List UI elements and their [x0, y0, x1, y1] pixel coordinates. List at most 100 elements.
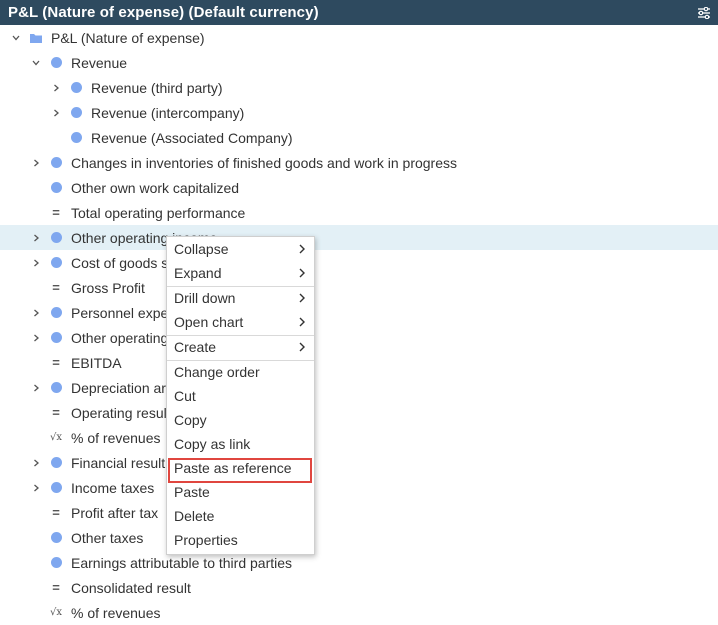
tree-row[interactable]: Other taxes: [0, 525, 718, 550]
tree-row[interactable]: = Gross Profit: [0, 275, 718, 300]
menu-item-drill-down[interactable]: Drill down: [167, 286, 314, 309]
tree-row-label: Changes in inventories of finished goods…: [71, 154, 458, 171]
tree-row[interactable]: Cost of goods s: [0, 250, 718, 275]
toggle-spacer: [29, 581, 43, 595]
chevron-right-icon[interactable]: [29, 331, 43, 345]
menu-item-label: Paste: [174, 483, 210, 500]
context-menu: Collapse Expand Drill down Open chart Create…: [166, 236, 315, 555]
dot-icon: [69, 81, 83, 95]
toggle-spacer: [29, 181, 43, 195]
tree-row[interactable]: = Profit after tax: [0, 500, 718, 525]
menu-item-label: Copy as link: [174, 435, 251, 452]
chevron-right-icon[interactable]: [49, 81, 63, 95]
menu-item-label: Paste as reference: [174, 459, 292, 476]
toggle-spacer: [29, 556, 43, 570]
tree-row-label: % of revenues: [71, 604, 161, 621]
tree-row[interactable]: √x % of revenues: [0, 425, 718, 450]
chevron-down-icon[interactable]: [9, 31, 23, 45]
menu-item-label: Cut: [174, 387, 196, 404]
chevron-right-icon[interactable]: [29, 381, 43, 395]
menu-item-paste[interactable]: Paste: [167, 480, 314, 503]
sliders-icon[interactable]: [696, 5, 712, 21]
chevron-right-icon: [298, 293, 306, 303]
menu-item-collapse[interactable]: Collapse: [167, 237, 314, 260]
menu-item-label: Collapse: [174, 240, 229, 257]
equals-icon: =: [52, 505, 60, 520]
tree-row[interactable]: Revenue (third party): [0, 75, 718, 100]
tree-row[interactable]: = Consolidated result: [0, 575, 718, 600]
tree-row[interactable]: √x % of revenues: [0, 600, 718, 625]
menu-item-change-order[interactable]: Change order: [167, 360, 314, 383]
menu-item-expand[interactable]: Expand: [167, 261, 314, 284]
tree-row-label: Financial result: [71, 454, 166, 471]
tree-row-label: % of revenues: [71, 429, 161, 446]
tree-row-label: Revenue (intercompany): [91, 104, 245, 121]
menu-item-copy[interactable]: Copy: [167, 408, 314, 431]
chevron-right-icon: [298, 268, 306, 278]
menu-item-label: Create: [174, 338, 217, 355]
tree-row-label: Total operating performance: [71, 204, 246, 221]
formula-icon: √x: [49, 431, 62, 443]
tree-row-label: Other operating: [71, 329, 169, 346]
chevron-right-icon[interactable]: [29, 481, 43, 495]
equals-icon: =: [52, 355, 60, 370]
menu-item-cut[interactable]: Cut: [167, 384, 314, 407]
dot-icon: [49, 56, 63, 70]
tree-row[interactable]: Depreciation ar: [0, 375, 718, 400]
tree-row[interactable]: = EBITDA: [0, 350, 718, 375]
tree-row-label: Revenue: [71, 54, 128, 71]
dot-icon: [49, 306, 63, 320]
chevron-right-icon[interactable]: [29, 306, 43, 320]
chevron-right-icon[interactable]: [49, 106, 63, 120]
chevron-right-icon[interactable]: [29, 256, 43, 270]
tree-row-label: Other taxes: [71, 529, 144, 546]
toggle-spacer: [29, 531, 43, 545]
menu-item-label: Delete: [174, 507, 215, 524]
menu-item-properties[interactable]: Properties: [167, 528, 314, 551]
tree-row[interactable]: Other operating income: [0, 225, 718, 250]
menu-item-label: Drill down: [174, 289, 236, 306]
tree-row[interactable]: Revenue (Associated Company): [0, 125, 718, 150]
tree-row[interactable]: Changes in inventories of finished goods…: [0, 150, 718, 175]
tree-row-label: Revenue (Associated Company): [91, 129, 293, 146]
dot-icon: [49, 181, 63, 195]
menu-item-copy-as-link[interactable]: Copy as link: [167, 432, 314, 455]
tree-row[interactable]: = Total operating performance: [0, 200, 718, 225]
menu-item-create[interactable]: Create: [167, 335, 314, 358]
panel-header: P&L (Nature of expense) (Default currenc…: [0, 0, 718, 25]
tree-row-label: Depreciation ar: [71, 379, 166, 396]
toggle-spacer: [29, 356, 43, 370]
tree-row-label: Operating resul: [71, 404, 167, 421]
dot-icon: [49, 256, 63, 270]
equals-icon: =: [52, 205, 60, 220]
chevron-right-icon[interactable]: [29, 156, 43, 170]
chevron-right-icon: [298, 342, 306, 352]
tree-row[interactable]: Revenue (intercompany): [0, 100, 718, 125]
tree-row[interactable]: Earnings attributable to third parties: [0, 550, 718, 575]
tree-row[interactable]: = Operating resul: [0, 400, 718, 425]
toggle-spacer: [29, 406, 43, 420]
tree-row-label: Other own work capitalized: [71, 179, 240, 196]
tree-row[interactable]: Other own work capitalized: [0, 175, 718, 200]
dot-icon: [69, 131, 83, 145]
chevron-right-icon[interactable]: [29, 456, 43, 470]
dot-icon: [49, 331, 63, 345]
equals-icon: =: [52, 280, 60, 295]
menu-item-open-chart[interactable]: Open chart: [167, 310, 314, 333]
equals-icon: =: [52, 580, 60, 595]
tree-row[interactable]: Revenue: [0, 50, 718, 75]
tree-row[interactable]: Financial result: [0, 450, 718, 475]
dot-icon: [49, 156, 63, 170]
tree-row[interactable]: Other operating: [0, 325, 718, 350]
equals-icon: =: [52, 405, 60, 420]
menu-item-paste-as-reference[interactable]: Paste as reference: [167, 456, 314, 479]
tree-row[interactable]: Income taxes: [0, 475, 718, 500]
chevron-right-icon[interactable]: [29, 231, 43, 245]
tree-row-label: Income taxes: [71, 479, 155, 496]
menu-item-delete[interactable]: Delete: [167, 504, 314, 527]
folder-icon: [29, 31, 43, 45]
tree-row[interactable]: Personnel expe: [0, 300, 718, 325]
chevron-down-icon[interactable]: [29, 56, 43, 70]
tree-row-label: Cost of goods s: [71, 254, 169, 271]
tree-root-row[interactable]: P&L (Nature of expense): [0, 25, 718, 50]
